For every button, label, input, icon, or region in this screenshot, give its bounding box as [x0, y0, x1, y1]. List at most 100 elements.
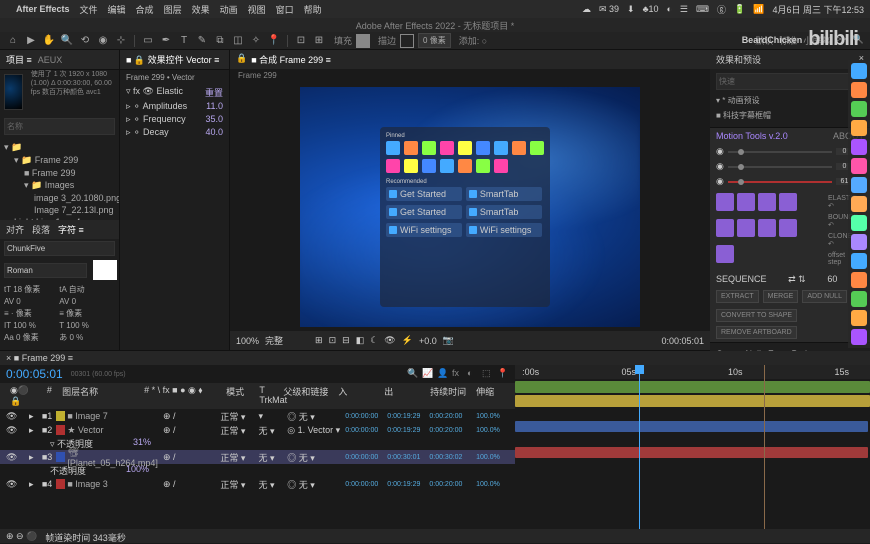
shy-icon[interactable]: 👤	[437, 368, 449, 380]
add-null-button[interactable]: ADD NULL	[802, 290, 847, 303]
dock-app[interactable]	[851, 120, 867, 136]
extract-button[interactable]: EXTRACT	[716, 290, 759, 303]
menu-anim[interactable]: 动画	[220, 3, 238, 16]
rotate-tool[interactable]: ◉	[96, 34, 110, 48]
anchor-tool[interactable]: ⊹	[114, 34, 128, 48]
effect-amplitude[interactable]: ▹ ⚬ Amplitudes11.0	[120, 100, 229, 113]
selection-tool[interactable]: ▶	[24, 34, 38, 48]
preset-folder[interactable]: ▾ * 动画预设	[716, 93, 864, 108]
preset-item[interactable]: ■ 科技字幕框帽	[716, 108, 864, 123]
playhead[interactable]	[639, 365, 640, 543]
remove-artboard-button[interactable]: REMOVE ARTBOARD	[716, 326, 797, 339]
transparency-icon[interactable]: ☾	[370, 335, 378, 346]
menu-help[interactable]: 帮助	[304, 3, 322, 16]
stroke-swatch[interactable]	[400, 34, 414, 48]
dock-app[interactable]	[851, 291, 867, 307]
timeline-layer-row[interactable]: 👁▸■1■ Image 7⊕ /正常 ▾ ▾◎ 无 ▾0:00:00:000:0…	[0, 409, 515, 423]
menu-window[interactable]: 窗口	[276, 3, 294, 16]
region-icon[interactable]: 👁	[384, 335, 395, 346]
work-area-marker[interactable]	[764, 365, 765, 543]
tree-image[interactable]: image 3_20.1080.png	[4, 192, 115, 204]
layer-bar-1[interactable]	[515, 381, 870, 393]
zoom-dropdown[interactable]: 100%	[236, 336, 259, 346]
dock-app[interactable]	[851, 101, 867, 117]
aeux-tab[interactable]: AEUX	[38, 55, 63, 65]
timeline-track-area[interactable]: :00s 05s 10s 15s	[515, 365, 870, 543]
tree-folder[interactable]: ▾ 📁	[4, 141, 115, 154]
seq-val[interactable]: 60	[827, 274, 837, 285]
zoom-tool[interactable]: 🔍	[60, 34, 74, 48]
timecode-display[interactable]: 0:00:05:01 00301 (60.00 fps) 🔍 📈 👤 fx ◐ …	[0, 365, 515, 383]
marker-icon[interactable]: 📍	[497, 368, 509, 380]
layer-bar-3[interactable]	[515, 421, 868, 432]
dock-app[interactable]	[851, 139, 867, 155]
presets-tab[interactable]: 效果和预设	[716, 53, 761, 66]
mb-icon[interactable]: ◐	[467, 368, 479, 380]
hscale[interactable]: T 100 %	[59, 321, 112, 330]
dock-app[interactable]	[851, 272, 867, 288]
tsume[interactable]: あ 0 %	[59, 332, 112, 343]
baseline[interactable]: Aa 0 像素	[4, 332, 57, 343]
guides-icon[interactable]: ⊟	[342, 335, 350, 346]
viewer-breadcrumb[interactable]: Frame 299	[230, 69, 710, 82]
status-zoom[interactable]: ⊕ ⊖ ⚫	[6, 531, 37, 541]
status-club[interactable]: ♣10	[643, 4, 659, 14]
status-dl[interactable]: ⬇	[627, 4, 635, 15]
stroke-width[interactable]: 0 像素	[418, 33, 451, 48]
dock-app[interactable]	[851, 253, 867, 269]
mask-icon[interactable]: ⊡	[329, 335, 337, 346]
menu-file[interactable]: 文件	[80, 3, 98, 16]
tree-image[interactable]: Image 7_22.13l.png	[4, 204, 115, 216]
effect-decay[interactable]: ▹ ⚬ Decay40.0	[120, 126, 229, 139]
slider-1[interactable]: ◉0⊕	[710, 144, 870, 159]
project-tab[interactable]: 项目 ≡	[6, 53, 32, 66]
orbit-tool[interactable]: ⟲	[78, 34, 92, 48]
font-size[interactable]: tT 18 像素	[4, 284, 57, 295]
dock-app[interactable]	[851, 63, 867, 79]
menu-layer[interactable]: 图层	[164, 3, 182, 16]
current-time[interactable]: 0:00:05:01	[661, 336, 704, 346]
menu-view[interactable]: 视图	[248, 3, 266, 16]
dock-app[interactable]	[851, 196, 867, 212]
viewer-canvas[interactable]: Pinned Recommended Get Started SmartTab …	[230, 82, 710, 331]
stroke-w[interactable]: ≡ · 像素	[4, 308, 57, 319]
grid-icon[interactable]: ⊞	[315, 335, 323, 346]
brush-tool[interactable]: ✎	[195, 34, 209, 48]
pen-tool[interactable]: ✒	[159, 34, 173, 48]
resolution-dropdown[interactable]: 完整	[265, 334, 283, 347]
fill-swatch[interactable]	[356, 34, 370, 48]
dock-app[interactable]	[851, 177, 867, 193]
align-tab[interactable]: 对齐	[6, 223, 24, 236]
stroke-h[interactable]: ≡ 像素	[59, 308, 112, 319]
time-ruler[interactable]: :00s 05s 10s 15s	[515, 365, 870, 379]
search-icon[interactable]: 🔍	[407, 368, 419, 380]
font-style[interactable]: Roman	[4, 263, 87, 278]
tracking[interactable]: AV 0	[59, 297, 112, 306]
leading[interactable]: tA 自动	[59, 284, 112, 295]
fast-preview-icon[interactable]: ⚡	[402, 335, 413, 346]
dock-app[interactable]	[851, 158, 867, 174]
dock-app[interactable]	[851, 234, 867, 250]
tree-folder[interactable]: ▾ 📁 Frame 299	[4, 154, 115, 167]
channel-icon[interactable]: ◧	[356, 335, 365, 346]
paragraph-tab[interactable]: 段落	[32, 223, 50, 236]
timeline-layer-row[interactable]: 👁▸■2★ Vector⊕ /正常 ▾无 ▾◎ 1. Vector ▾0:00:…	[0, 423, 515, 437]
menu-comp[interactable]: 合成	[136, 3, 154, 16]
snapshot-icon[interactable]: 📷	[443, 335, 454, 346]
status-datetime[interactable]: 4月6日 周三 下午12:53	[772, 3, 864, 16]
status-wifi[interactable]: 📶	[753, 4, 764, 15]
timeline-tab[interactable]: × ■ Frame 299 ≡	[6, 353, 73, 363]
menu-effect[interactable]: 效果	[192, 3, 210, 16]
dock-app[interactable]	[851, 82, 867, 98]
puppet-tool[interactable]: 📍	[267, 34, 281, 48]
layer-property[interactable]: 不透明度100%	[0, 464, 515, 477]
kerning[interactable]: AV 0	[4, 297, 57, 306]
anchor-grid[interactable]	[710, 189, 816, 272]
snap-icon[interactable]: ⊡	[294, 34, 308, 48]
merge-button[interactable]: MERGE	[763, 290, 799, 303]
exposure-value[interactable]: +0.0	[419, 336, 437, 346]
layer-bar-4[interactable]	[515, 447, 868, 458]
timeline-layer-row[interactable]: 👁▸■4■ Image 3⊕ /正常 ▾无 ▾◎ 无 ▾0:00:00:000:…	[0, 477, 515, 491]
hand-tool[interactable]: ✋	[42, 34, 56, 48]
status-cloud[interactable]: ☁	[582, 4, 591, 15]
